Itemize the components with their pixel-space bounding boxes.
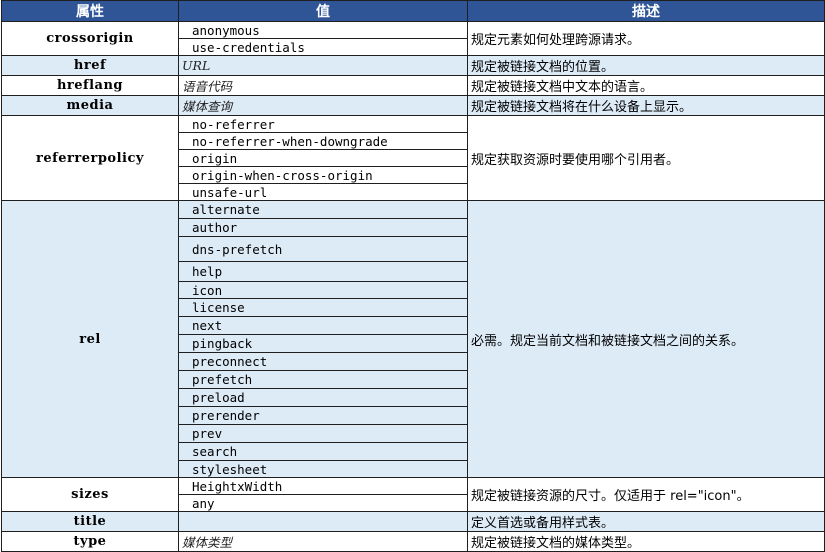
attribute-value: prefetch	[178, 370, 468, 389]
attribute-value: origin	[178, 149, 468, 167]
table-row: type 媒体类型 规定被链接文档的媒体类型。	[1, 531, 825, 552]
table-row: hreflang 语音代码 规定被链接文档中文本的语言。	[1, 75, 825, 96]
attribute-value: 媒体查询	[178, 95, 468, 116]
attribute-value: preconnect	[178, 352, 468, 371]
attribute-description: 规定被链接文档的位置。	[467, 55, 825, 76]
attribute-name: type	[1, 531, 179, 552]
attribute-value: author	[178, 218, 468, 237]
attribute-description: 规定元素如何处理跨源请求。	[467, 21, 825, 56]
attribute-description: 规定被链接文档将在什么设备上显示。	[467, 95, 825, 116]
attribute-name: href	[1, 55, 179, 76]
attribute-value: alternate	[178, 200, 468, 219]
attribute-value: URL	[178, 55, 468, 76]
attribute-description: 规定被链接文档的媒体类型。	[467, 531, 825, 552]
attribute-value	[178, 511, 468, 532]
attribute-value: origin-when-cross-origin	[178, 166, 468, 184]
attribute-value: help	[178, 261, 468, 282]
attribute-value: unsafe-url	[178, 183, 468, 201]
attribute-value: pingback	[178, 334, 468, 353]
table-body: crossorigin anonymous 规定元素如何处理跨源请求。 use-cre…	[1, 21, 825, 552]
table-row: referrerpolicy no-referrer 规定获取资源时要使用哪个引用者…	[1, 115, 825, 201]
table-row: href URL 规定被链接文档的位置。	[1, 55, 825, 76]
attribute-description: 规定被链接资源的尺寸。仅适用于 rel="icon"。	[467, 477, 825, 512]
table-row: sizes HeightxWidth 规定被链接资源的尺寸。仅适用于 rel="ic…	[1, 477, 825, 512]
attribute-name: crossorigin	[1, 21, 179, 56]
header-attr: 属性	[1, 0, 179, 22]
attribute-value: any	[178, 494, 468, 512]
attribute-name: rel	[1, 200, 179, 478]
table-row: media 媒体查询 规定被链接文档将在什么设备上显示。	[1, 95, 825, 116]
attribute-description: 规定被链接文档中文本的语言。	[467, 75, 825, 96]
attribute-value: no-referrer-when-downgrade	[178, 132, 468, 150]
table-row: rel alternate 必需。规定当前文档和被链接文档之间的关系。	[1, 200, 825, 478]
table-row: title 定义首选或备用样式表。	[1, 511, 825, 532]
attribute-value: 媒体类型	[178, 531, 468, 552]
attribute-value: 语音代码	[178, 75, 468, 96]
attribute-value: preload	[178, 388, 468, 407]
attribute-value: HeightxWidth	[178, 477, 468, 495]
attribute-value: no-referrer	[178, 115, 468, 133]
attribute-value: prerender	[178, 406, 468, 425]
header-value: 值	[178, 0, 468, 22]
attribute-value: icon	[178, 281, 468, 299]
header-desc: 描述	[467, 0, 825, 22]
attribute-value: prev	[178, 424, 468, 443]
attribute-value: next	[178, 316, 468, 335]
attribute-value: search	[178, 442, 468, 461]
attribute-description: 必需。规定当前文档和被链接文档之间的关系。	[467, 200, 825, 478]
attribute-name: referrerpolicy	[1, 115, 179, 201]
header-row: 属性 值 描述	[1, 0, 825, 22]
attribute-value: stylesheet	[178, 460, 468, 478]
attribute-value: anonymous	[178, 21, 468, 39]
attributes-table: 属性 值 描述 crossorigin anonymous 规定元素如何处理跨源请求…	[1, 0, 825, 552]
attribute-description: 规定获取资源时要使用哪个引用者。	[467, 115, 825, 201]
attribute-value: use-credentials	[178, 38, 468, 56]
attribute-value: license	[178, 298, 468, 317]
attribute-name: hreflang	[1, 75, 179, 96]
attribute-description: 定义首选或备用样式表。	[467, 511, 825, 532]
attribute-name: sizes	[1, 477, 179, 512]
attribute-name: title	[1, 511, 179, 532]
attribute-name: media	[1, 95, 179, 116]
attribute-value: dns-prefetch	[178, 236, 468, 262]
table-row: crossorigin anonymous 规定元素如何处理跨源请求。	[1, 21, 825, 56]
